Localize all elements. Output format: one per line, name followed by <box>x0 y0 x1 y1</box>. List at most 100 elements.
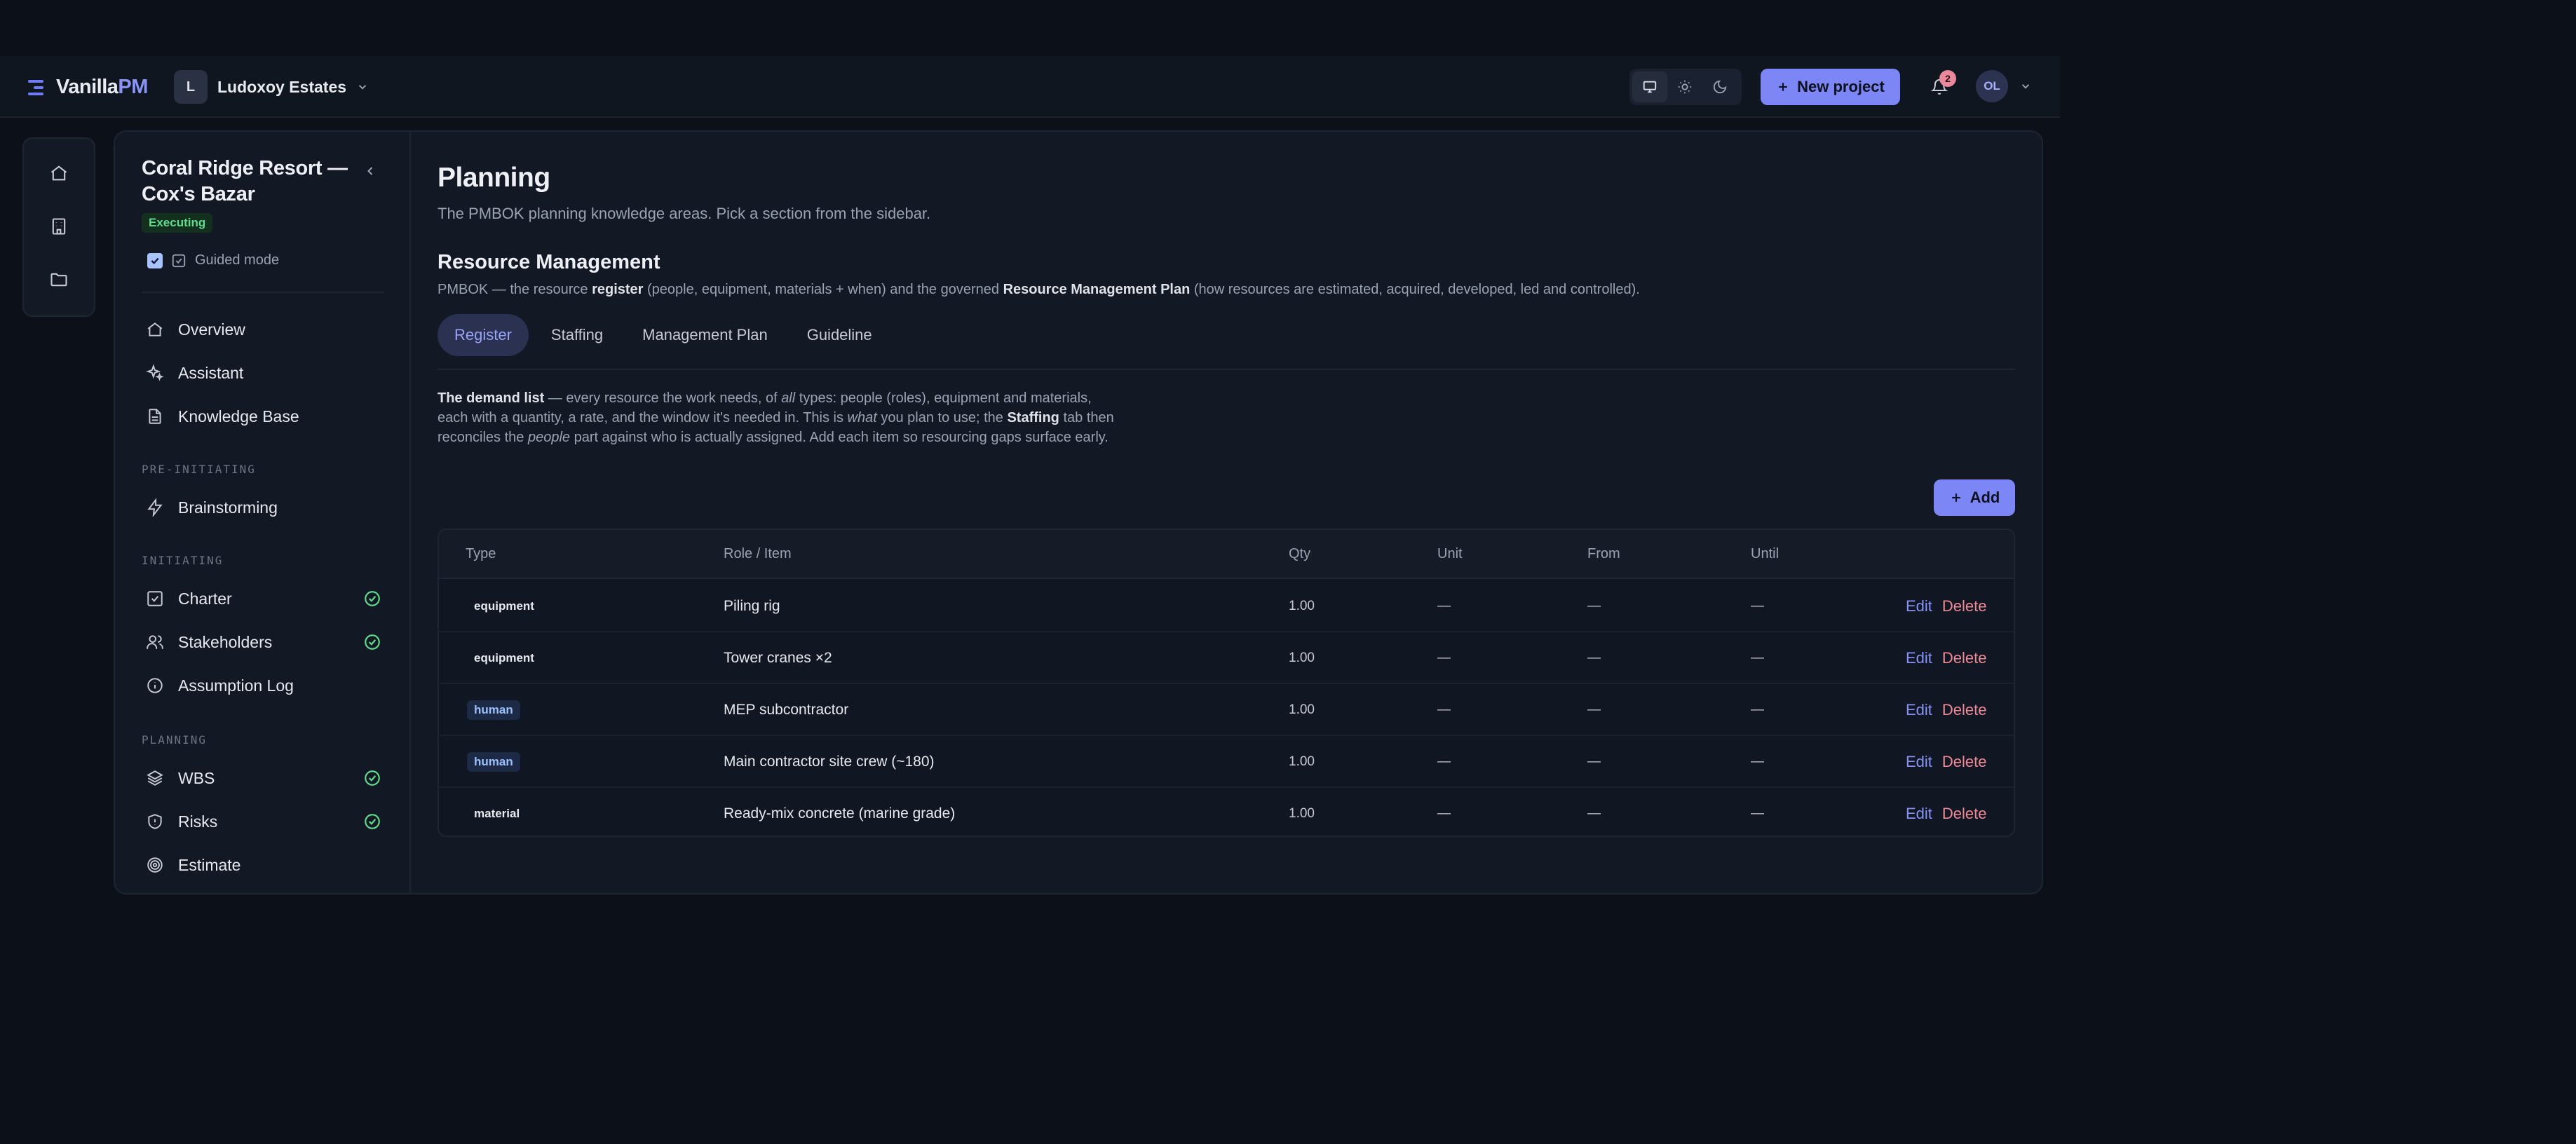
sparkles-icon <box>144 362 165 383</box>
edit-button[interactable]: Edit <box>1906 701 1932 719</box>
app-logo[interactable]: VanillaPM <box>28 76 148 99</box>
type-badge: equipment <box>474 651 534 665</box>
column-header-qty[interactable]: Qty <box>1289 546 1310 562</box>
new-project-label: New project <box>1797 78 1885 95</box>
folder-icon[interactable] <box>38 259 80 300</box>
sidebar-item-label: Stakeholders <box>178 632 273 651</box>
shield-icon <box>144 811 165 832</box>
until-cell: — <box>1751 806 1764 821</box>
checklist-icon <box>171 253 187 268</box>
sidebar-item-brainstorming[interactable]: Brainstorming <box>142 489 384 526</box>
until-cell: — <box>1751 599 1764 613</box>
delete-button[interactable]: Delete <box>1942 649 1987 667</box>
until-cell: — <box>1751 702 1764 717</box>
delete-button[interactable]: Delete <box>1942 805 1987 823</box>
home-icon[interactable] <box>38 153 80 193</box>
info-icon <box>144 675 165 696</box>
guided-mode-label: Guided mode <box>195 252 280 268</box>
edit-button[interactable]: Edit <box>1906 753 1932 771</box>
row-actions: Edit Delete <box>1906 736 1987 788</box>
table-row: equipment Tower cranes ×2 1.00 — — — Edit Delet… <box>439 632 2014 684</box>
workspace-name: Ludoxoy Estates <box>217 77 347 96</box>
column-header-type[interactable]: Type <box>466 546 496 562</box>
divider <box>438 369 2015 370</box>
add-resource-button[interactable]: Add <box>1934 479 2015 516</box>
sidebar-item-overview[interactable]: Overview <box>142 311 384 348</box>
sidebar-item-estimate[interactable]: Estimate <box>142 847 384 883</box>
lightning-icon <box>144 497 165 518</box>
plus-icon <box>1776 80 1790 94</box>
workspace-switcher[interactable]: L Ludoxoy Estates <box>174 70 369 104</box>
collapse-sidebar-button[interactable] <box>358 158 383 184</box>
tab-register[interactable]: Register <box>438 314 529 356</box>
column-header-until[interactable]: Until <box>1751 546 1779 562</box>
tab-staffing[interactable]: Staffing <box>534 314 620 356</box>
from-cell: — <box>1587 702 1601 717</box>
row-actions: Edit Delete <box>1906 632 1987 684</box>
chevron-down-icon <box>2019 80 2032 93</box>
delete-button[interactable]: Delete <box>1942 753 1987 771</box>
check-circle-icon <box>363 812 381 831</box>
sun-icon[interactable] <box>1667 72 1702 102</box>
table-row: human Main contractor site crew (~180) 1.0… <box>439 736 2014 788</box>
unit-cell: — <box>1437 651 1451 665</box>
new-project-button[interactable]: New project <box>1761 69 1900 105</box>
tab-guideline[interactable]: Guideline <box>790 314 889 356</box>
qty-cell: 1.00 <box>1289 806 1315 821</box>
type-cell: equipment <box>467 580 541 632</box>
item-cell: Tower cranes ×2 <box>724 650 832 666</box>
unit-cell: — <box>1437 754 1451 769</box>
type-cell: human <box>467 736 520 788</box>
column-header-from[interactable]: From <box>1587 546 1620 562</box>
moon-icon[interactable] <box>1702 72 1737 102</box>
guided-mode-checkbox[interactable] <box>147 252 163 268</box>
table-row: human MEP subcontractor 1.00 — — — Edit Delete <box>439 684 2014 736</box>
type-badge: human <box>467 752 520 772</box>
sidebar-item-risks[interactable]: Risks <box>142 803 384 840</box>
divider <box>142 292 384 293</box>
unit-cell: — <box>1437 806 1451 821</box>
document-icon <box>144 406 165 427</box>
sidebar-item-wbs[interactable]: WBS <box>142 760 384 796</box>
layers-icon <box>144 768 165 789</box>
sidebar-item-knowledge-base[interactable]: Knowledge Base <box>142 398 384 435</box>
edit-button[interactable]: Edit <box>1906 805 1932 823</box>
sidebar-item-stakeholders[interactable]: Stakeholders <box>142 624 384 660</box>
chevron-left-icon <box>363 164 377 178</box>
resource-table: Type Role / Item Qty Unit From Until equ… <box>438 529 2015 837</box>
sidebar-item-label: WBS <box>178 768 215 787</box>
project-sidebar: Coral Ridge Resort — Cox's Bazar Executi… <box>115 132 411 893</box>
checkbox-icon <box>144 588 165 609</box>
page-title: Planning <box>438 163 550 193</box>
delete-button[interactable]: Delete <box>1942 597 1987 615</box>
item-cell: Ready-mix concrete (marine grade) <box>724 805 956 822</box>
notification-count-badge: 2 <box>1939 70 1956 87</box>
guided-mode-toggle[interactable]: Guided mode <box>147 252 279 268</box>
check-circle-icon <box>363 590 381 608</box>
chevron-down-icon <box>356 81 369 93</box>
main-content: Planning The PMBOK planning knowledge ar… <box>438 132 2015 893</box>
top-bar: VanillaPM L Ludoxoy Estates New project … <box>0 56 2060 118</box>
section-label-pre-initiating: PRE-INITIATING <box>142 463 256 476</box>
building-icon[interactable] <box>38 206 80 247</box>
section-label-planning: PLANNING <box>142 733 208 747</box>
tab-management-plan[interactable]: Management Plan <box>625 314 785 356</box>
app-rail <box>22 137 95 317</box>
sidebar-item-assumption-log[interactable]: Assumption Log <box>142 667 384 704</box>
sidebar-item-charter[interactable]: Charter <box>142 580 384 617</box>
monitor-icon[interactable] <box>1632 72 1667 102</box>
table-row: material Ready-mix concrete (marine grade… <box>439 788 2014 836</box>
user-menu[interactable]: OL <box>1976 70 2032 102</box>
page-subtitle: The PMBOK planning knowledge areas. Pick… <box>438 205 931 222</box>
edit-button[interactable]: Edit <box>1906 597 1932 615</box>
column-header-unit[interactable]: Unit <box>1437 546 1463 562</box>
row-actions: Edit Delete <box>1906 684 1987 736</box>
notifications-button[interactable]: 2 <box>1927 70 1956 100</box>
type-cell: equipment <box>467 632 541 684</box>
sidebar-item-assistant[interactable]: Assistant <box>142 355 384 391</box>
type-badge: material <box>474 807 520 820</box>
column-header-role-item[interactable]: Role / Item <box>724 546 792 562</box>
delete-button[interactable]: Delete <box>1942 701 1987 719</box>
unit-cell: — <box>1437 702 1451 717</box>
edit-button[interactable]: Edit <box>1906 649 1932 667</box>
